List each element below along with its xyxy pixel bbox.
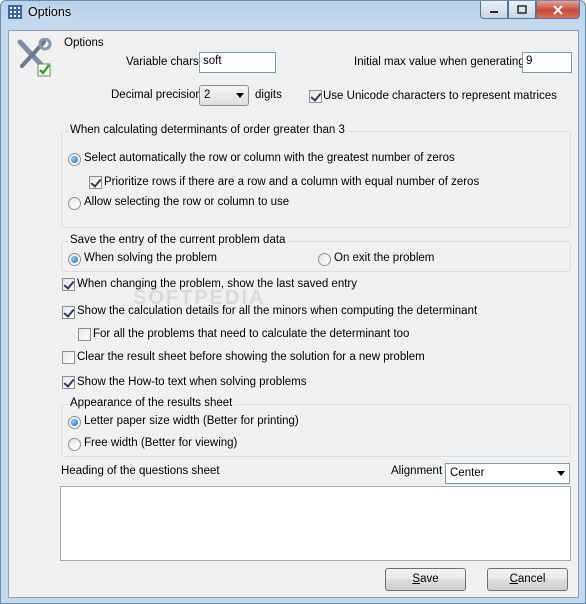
unicode-label: Use Unicode characters to represent matr…	[323, 90, 557, 102]
auto-select-label: Select automatically the row or column w…	[84, 152, 455, 164]
show-howto-checkbox[interactable]	[62, 376, 75, 389]
on-exit-radio[interactable]	[318, 253, 331, 266]
initial-max-label: Initial max value when generating	[354, 56, 525, 68]
appearance-group-title: Appearance of the results sheet	[68, 397, 235, 409]
auto-select-radio[interactable]	[68, 153, 81, 166]
alignment-value: Center	[450, 467, 485, 479]
maximize-icon	[517, 4, 527, 14]
maximize-button[interactable]	[508, 1, 536, 19]
title-bar[interactable]: Options	[1, 1, 585, 25]
options-window: Options Options Variable chars soft Init…	[0, 0, 586, 604]
dialog-client: Options Variable chars soft Initial max …	[8, 30, 579, 598]
cancel-label: ancel	[517, 573, 546, 585]
clear-result-checkbox[interactable]	[62, 351, 75, 364]
variable-chars-input[interactable]: soft	[199, 52, 276, 73]
chevron-down-icon	[557, 471, 565, 476]
caption-buttons	[480, 1, 580, 19]
show-last-saved-checkbox[interactable]	[62, 278, 75, 291]
minimize-button[interactable]	[480, 1, 508, 19]
cancel-button[interactable]: Cancel	[487, 568, 568, 591]
letter-width-label: Letter paper size width (Better for prin…	[84, 415, 299, 427]
show-howto-label: Show the How-to text when solving proble…	[77, 376, 307, 388]
digits-label: digits	[255, 89, 282, 101]
appearance-group	[61, 404, 571, 457]
decimal-precision-select[interactable]: 2	[199, 85, 249, 106]
all-problems-label: For all the problems that need to calcul…	[93, 328, 410, 340]
cancel-mnemonic: C	[509, 573, 518, 585]
save-entry-group-title: Save the entry of the current problem da…	[68, 234, 288, 246]
when-solving-radio[interactable]	[68, 253, 81, 266]
clear-result-label: Clear the result sheet before showing th…	[77, 351, 425, 363]
heading-textarea[interactable]	[60, 486, 571, 561]
letter-width-radio[interactable]	[68, 416, 81, 429]
alignment-select[interactable]: Center	[445, 463, 570, 484]
save-label: ave	[420, 573, 439, 585]
unicode-checkbox[interactable]	[309, 90, 322, 103]
watermark-logo: SOFTPEDIA	[133, 287, 266, 309]
on-exit-label: On exit the problem	[334, 252, 435, 264]
free-width-radio[interactable]	[68, 438, 81, 451]
variable-chars-label: Variable chars	[126, 56, 199, 68]
save-button[interactable]: Save	[385, 568, 466, 591]
close-button[interactable]	[536, 1, 580, 19]
heading-label: Heading of the questions sheet	[61, 465, 220, 477]
save-mnemonic: S	[412, 573, 421, 585]
close-icon	[553, 4, 563, 15]
initial-max-input[interactable]: 9	[522, 52, 572, 73]
chevron-down-icon	[236, 93, 244, 98]
show-calc-details-checkbox[interactable]	[62, 306, 75, 319]
prioritize-rows-label: Prioritize rows if there are a row and a…	[104, 176, 480, 188]
allow-select-radio[interactable]	[68, 197, 81, 210]
prioritize-rows-checkbox[interactable]	[89, 176, 102, 189]
tools-check-icon	[14, 37, 56, 80]
determinants-group-title: When calculating determinants of order g…	[68, 124, 347, 136]
all-problems-checkbox[interactable]	[78, 328, 91, 341]
when-solving-label: When solving the problem	[84, 252, 217, 264]
minimize-icon	[490, 10, 498, 13]
allow-select-label: Allow selecting the row or column to use	[84, 196, 290, 208]
alignment-label: Alignment	[391, 465, 443, 477]
grid-icon	[8, 5, 22, 19]
options-section-label: Options	[64, 37, 104, 49]
decimal-precision-label: Decimal precision	[111, 89, 202, 101]
window-title: Options	[28, 5, 72, 19]
free-width-label: Free width (Better for viewing)	[84, 437, 238, 449]
decimal-precision-value: 2	[204, 89, 211, 101]
